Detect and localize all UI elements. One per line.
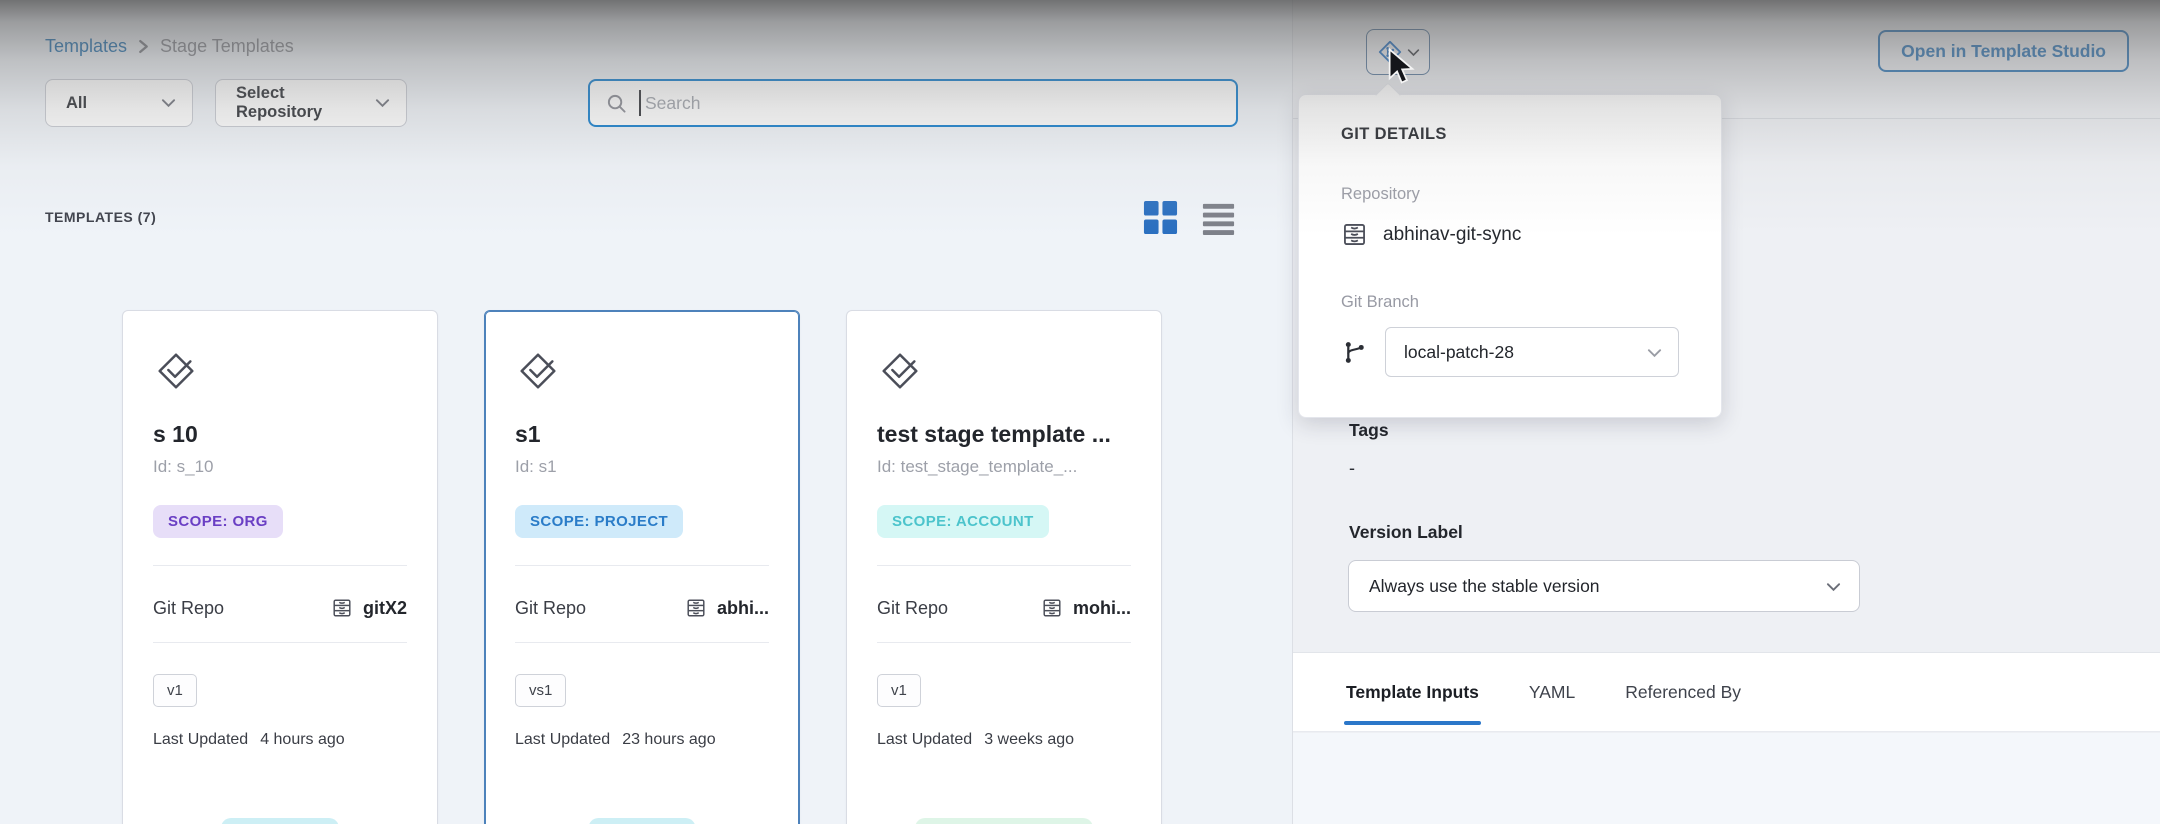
- template-card-s10[interactable]: s 10 Id: s_10 SCOPE: ORG Git Repo gitX2 …: [122, 310, 438, 824]
- breadcrumb-current-page: Stage Templates: [160, 36, 294, 57]
- last-updated-row: Last Updated 3 weeks ago: [877, 731, 1131, 749]
- last-updated-value: 23 hours ago: [622, 731, 715, 749]
- stage-type-chip: [221, 818, 339, 824]
- divider: [153, 565, 407, 566]
- divider: [515, 642, 769, 643]
- scope-badge: SCOPE: PROJECT: [515, 505, 683, 538]
- details-tabs: Template Inputs YAML Referenced By: [1293, 652, 2160, 732]
- git-repo-value: mohi...: [1041, 597, 1131, 619]
- template-icon: [877, 348, 923, 394]
- divider: [153, 642, 407, 643]
- git-repo-row: Git Repo gitX2: [153, 597, 407, 619]
- template-id: Id: s1: [515, 457, 769, 477]
- chevron-down-icon: [161, 94, 176, 113]
- tab-template-inputs[interactable]: Template Inputs: [1344, 653, 1481, 731]
- stage-type-chip: [915, 818, 1093, 824]
- repository-filter-value: Select Repository: [236, 84, 375, 122]
- git-details-popup: GIT DETAILS Repository abhinav-git-sync …: [1298, 94, 1722, 418]
- template-title: s1: [515, 421, 769, 448]
- template-title: s 10: [153, 421, 407, 448]
- git-repo-row: Git Repo abhi...: [515, 597, 769, 619]
- grid-view-icon[interactable]: [1141, 198, 1179, 236]
- git-sync-diamond-icon: [1377, 39, 1403, 65]
- version-chip: v1: [153, 674, 197, 707]
- chevron-down-icon: [1826, 576, 1841, 597]
- git-repo-name: gitX2: [363, 598, 407, 619]
- search-input[interactable]: [641, 93, 1236, 114]
- last-updated-value: 3 weeks ago: [984, 731, 1074, 749]
- template-id: Id: s_10: [153, 457, 407, 477]
- chevron-down-icon: [1407, 48, 1420, 57]
- tab-referenced-by[interactable]: Referenced By: [1623, 653, 1743, 731]
- repo-icon: [331, 597, 353, 619]
- scope-badge: SCOPE: ORG: [153, 505, 283, 538]
- last-updated-label: Last Updated: [153, 731, 248, 749]
- template-cards: s 10 Id: s_10 SCOPE: ORG Git Repo gitX2 …: [122, 310, 1162, 824]
- template-icon: [515, 348, 561, 394]
- templates-list-panel: Templates Stage Templates All Select Rep…: [0, 0, 1292, 824]
- git-details-title: GIT DETAILS: [1341, 125, 1447, 144]
- git-repo-value: abhi...: [685, 597, 769, 619]
- filter-bar: All Select Repository: [45, 79, 407, 127]
- templates-count-label: TEMPLATES (7): [45, 209, 156, 225]
- templates-list-header: TEMPLATES (7): [45, 198, 1237, 236]
- chevron-down-icon: [1647, 342, 1662, 363]
- template-card-s1[interactable]: s1 Id: s1 SCOPE: PROJECT Git Repo abhi..…: [484, 310, 800, 824]
- tags-label: Tags: [1349, 420, 1389, 441]
- tab-yaml[interactable]: YAML: [1527, 653, 1577, 731]
- git-repo-value: gitX2: [331, 597, 407, 619]
- search-box[interactable]: [588, 79, 1238, 127]
- divider: [515, 565, 769, 566]
- last-updated-label: Last Updated: [877, 731, 972, 749]
- git-branch-label: Git Branch: [1341, 293, 1419, 312]
- repo-icon: [1041, 597, 1063, 619]
- divider: [877, 642, 1131, 643]
- git-branch-icon: [1341, 339, 1368, 366]
- repository-row: abhinav-git-sync: [1341, 221, 1521, 248]
- chevron-right-icon: [137, 39, 150, 54]
- open-in-template-studio-button[interactable]: Open in Template Studio: [1878, 30, 2129, 72]
- version-chip: vs1: [515, 674, 566, 707]
- repository-label: Repository: [1341, 185, 1420, 204]
- stage-type-chip: [589, 818, 696, 824]
- last-updated-value: 4 hours ago: [260, 731, 345, 749]
- template-card-test-stage-template[interactable]: test stage template ... Id: test_stage_t…: [846, 310, 1162, 824]
- view-toggle: [1141, 198, 1237, 236]
- breadcrumb-templates-link[interactable]: Templates: [45, 36, 127, 57]
- template-title: test stage template ...: [877, 421, 1131, 448]
- type-filter-value: All: [66, 94, 87, 113]
- scope-badge: SCOPE: ACCOUNT: [877, 505, 1049, 538]
- version-chip: v1: [877, 674, 921, 707]
- list-view-icon[interactable]: [1199, 198, 1237, 236]
- repository-value: abhinav-git-sync: [1383, 224, 1521, 246]
- breadcrumb: Templates Stage Templates: [45, 36, 294, 57]
- git-repo-name: abhi...: [717, 598, 769, 619]
- chevron-down-icon: [375, 94, 390, 113]
- git-repo-label: Git Repo: [877, 598, 948, 619]
- version-label-heading: Version Label: [1349, 522, 1463, 543]
- repo-icon: [685, 597, 707, 619]
- tab-content: [1293, 733, 2160, 824]
- last-updated-label: Last Updated: [515, 731, 610, 749]
- search-icon: [606, 93, 627, 114]
- last-updated-row: Last Updated 23 hours ago: [515, 731, 769, 749]
- divider: [877, 565, 1131, 566]
- type-filter-dropdown[interactable]: All: [45, 79, 193, 127]
- git-repo-label: Git Repo: [515, 598, 586, 619]
- git-repo-name: mohi...: [1073, 598, 1131, 619]
- tags-value: -: [1349, 458, 1355, 479]
- git-details-button[interactable]: [1366, 29, 1430, 75]
- git-repo-row: Git Repo mohi...: [877, 597, 1131, 619]
- repo-icon: [1341, 221, 1368, 248]
- template-id: Id: test_stage_template_...: [877, 457, 1131, 477]
- template-icon: [153, 348, 199, 394]
- git-repo-label: Git Repo: [153, 598, 224, 619]
- last-updated-row: Last Updated 4 hours ago: [153, 731, 407, 749]
- git-branch-value: local-patch-28: [1404, 342, 1514, 363]
- git-branch-row: local-patch-28: [1341, 327, 1679, 377]
- git-branch-dropdown[interactable]: local-patch-28: [1385, 327, 1679, 377]
- version-label-value: Always use the stable version: [1369, 576, 1600, 597]
- repository-filter-dropdown[interactable]: Select Repository: [215, 79, 407, 127]
- version-label-dropdown[interactable]: Always use the stable version: [1348, 560, 1860, 612]
